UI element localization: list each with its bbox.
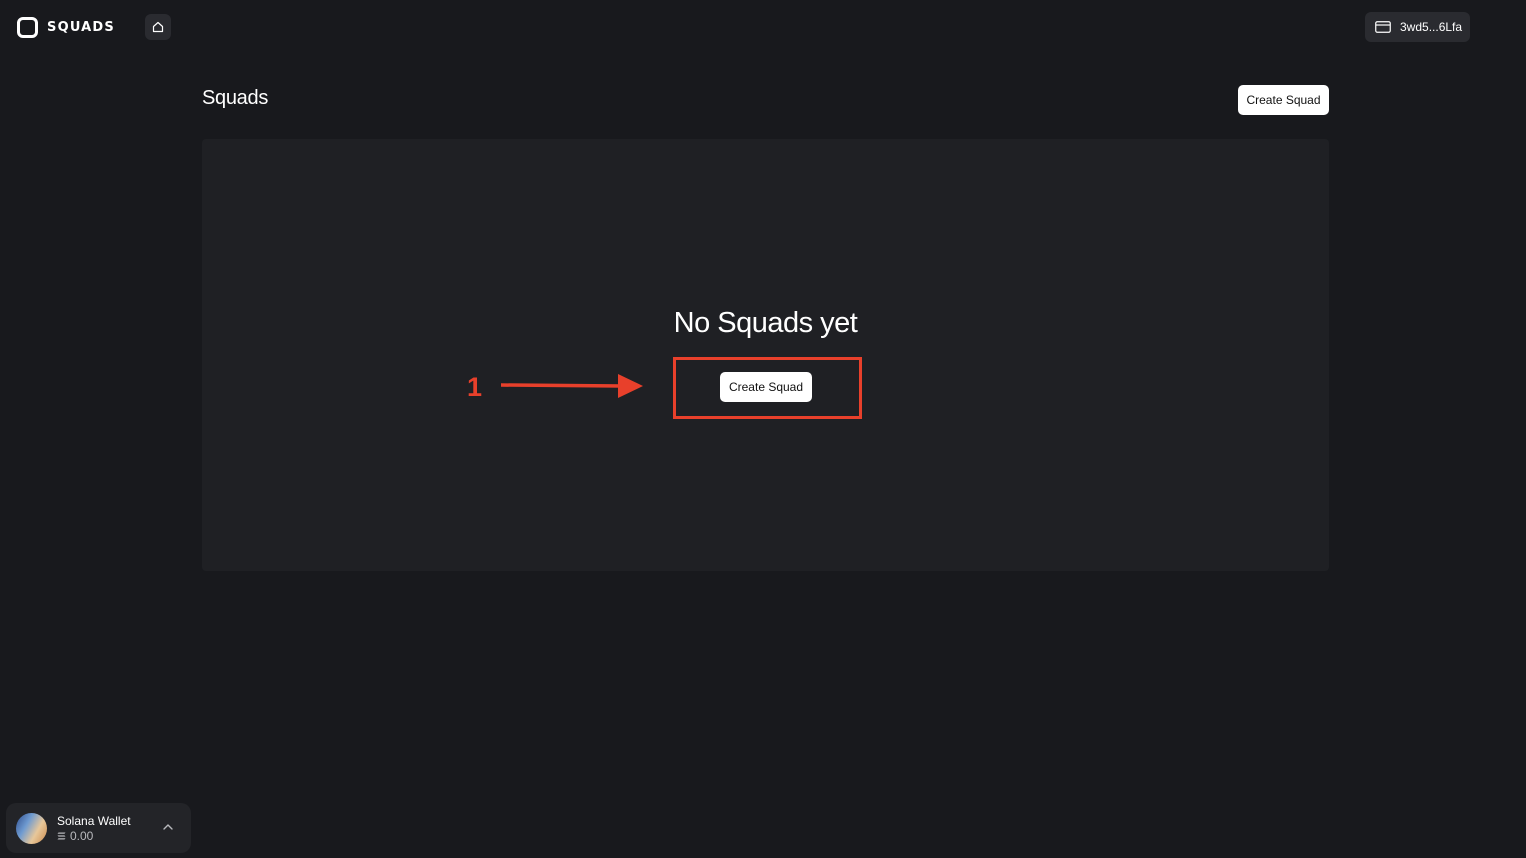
header-create-squad-button[interactable]: Create Squad <box>1238 85 1329 115</box>
arrow-right-icon <box>500 374 643 398</box>
sol-icon <box>57 832 66 839</box>
home-icon <box>152 21 164 33</box>
squads-logo-icon <box>17 16 38 38</box>
wallet-card[interactable]: Solana Wallet 0.00 <box>6 803 191 853</box>
brand-name: SQUADS <box>47 19 115 35</box>
empty-state-title: No Squads yet <box>673 307 858 339</box>
wallet-balance-row: 0.00 <box>57 829 131 843</box>
page-title: Squads <box>202 87 269 109</box>
wallet-icon <box>1375 21 1391 33</box>
top-bar: SQUADS 3wd5...6Lfa <box>0 0 1526 54</box>
squads-logo[interactable]: SQUADS <box>17 16 115 38</box>
wallet-avatar <box>16 812 47 844</box>
wallet-balance: 0.00 <box>70 828 94 843</box>
empty-state-create-squad-button[interactable]: Create Squad <box>720 372 812 402</box>
wallet-address: 3wd5...6Lfa <box>1400 20 1463 34</box>
chevron-up-icon[interactable] <box>162 821 174 833</box>
wallet-info: Solana Wallet 0.00 <box>57 814 131 843</box>
wallet-address-button[interactable]: 3wd5...6Lfa <box>1365 12 1470 42</box>
home-button[interactable] <box>145 14 171 40</box>
annotation-step-number: 1 <box>467 372 483 402</box>
squads-empty-panel: No Squads yet Create Squad <box>202 139 1329 571</box>
wallet-name: Solana Wallet <box>57 813 131 828</box>
